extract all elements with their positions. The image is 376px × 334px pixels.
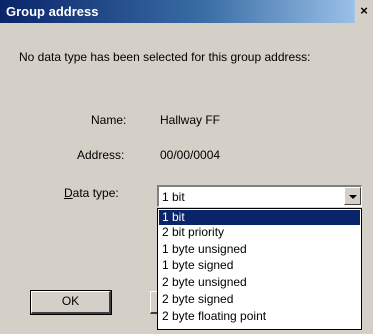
- data-type-option[interactable]: 2 byte unsigned: [159, 275, 360, 290]
- data-type-selected-value: 1 bit: [162, 190, 185, 204]
- info-message: No data type has been selected for this …: [19, 50, 311, 64]
- chevron-down-icon[interactable]: [344, 187, 361, 205]
- name-label: Name:: [91, 113, 127, 127]
- data-type-label-text: ata type:: [72, 186, 119, 200]
- data-type-label: Data type:: [64, 186, 119, 200]
- ok-button[interactable]: OK: [30, 290, 112, 315]
- data-type-option[interactable]: 2 byte floating point: [159, 309, 360, 324]
- data-type-option[interactable]: 1 byte signed: [159, 258, 360, 273]
- dialog-title: Group address: [6, 4, 99, 19]
- data-type-option[interactable]: 2 byte signed: [159, 292, 360, 307]
- name-value: Hallway FF: [160, 113, 221, 127]
- close-icon[interactable]: ×: [354, 0, 373, 23]
- address-label: Address:: [77, 148, 125, 162]
- title-bar[interactable]: Group address ×: [0, 0, 373, 23]
- data-type-dropdown-list[interactable]: 1 bit 2 bit priority 1 byte unsigned 1 b…: [157, 208, 362, 330]
- data-type-label-mnemonic: D: [64, 186, 73, 200]
- data-type-option[interactable]: 1 bit: [159, 210, 360, 225]
- data-type-option[interactable]: 2 bit priority: [159, 225, 360, 240]
- address-value: 00/00/0004: [160, 148, 221, 162]
- group-address-dialog: Group address × No data type has been se…: [0, 0, 373, 334]
- data-type-option[interactable]: 1 byte unsigned: [159, 242, 360, 257]
- data-type-combobox[interactable]: 1 bit: [157, 185, 362, 207]
